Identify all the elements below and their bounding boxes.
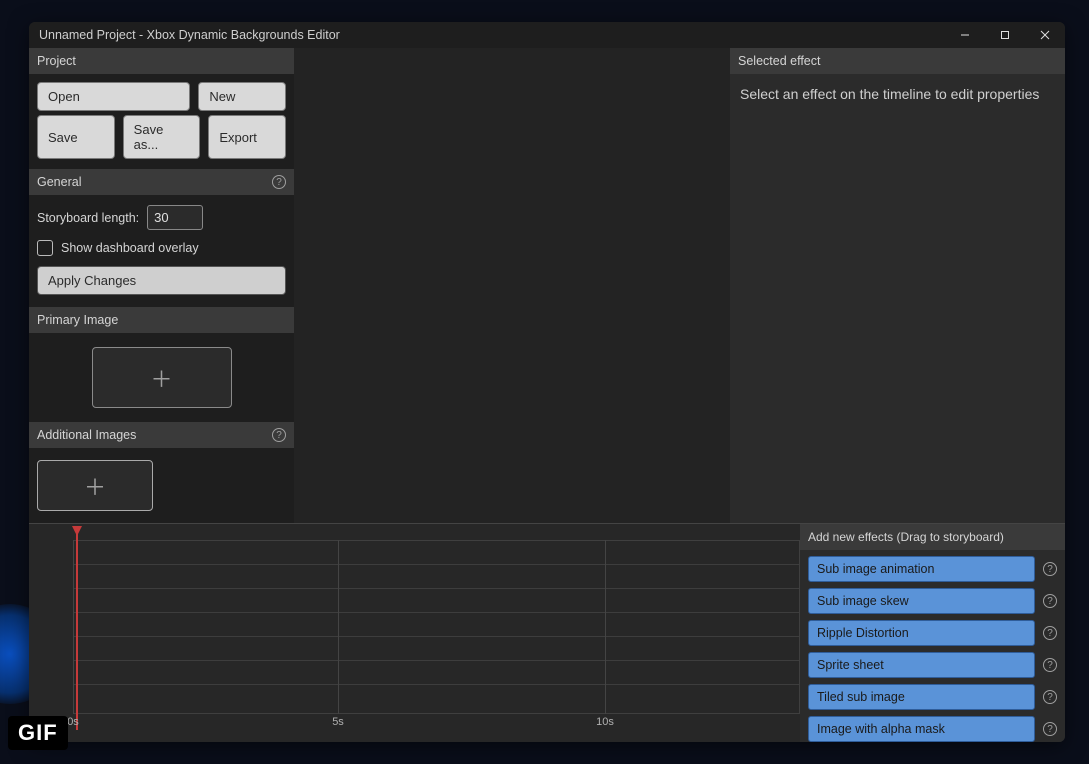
effect-item-sprite-sheet[interactable]: Sprite sheet <box>808 652 1035 678</box>
effect-help-icon[interactable]: ? <box>1043 690 1057 704</box>
timeline[interactable]: 0s 5s 10s <box>29 524 800 742</box>
tick-label: 0s <box>67 716 79 728</box>
maximize-button[interactable] <box>985 22 1025 48</box>
effect-item-tiled-sub-image[interactable]: Tiled sub image <box>808 684 1035 710</box>
timeline-gridline <box>338 540 339 714</box>
timeline-track[interactable] <box>74 589 799 613</box>
timeline-gridline <box>73 540 74 714</box>
show-overlay-row: Show dashboard overlay <box>37 240 286 256</box>
content-area: Project Open New Save Save as... Export … <box>29 48 1065 742</box>
selected-effect-header: Selected effect <box>730 48 1065 74</box>
effects-panel: Add new effects (Drag to storyboard) Sub… <box>800 524 1065 742</box>
storyboard-length-label: Storyboard length: <box>37 211 139 225</box>
effect-help-icon[interactable]: ? <box>1043 626 1057 640</box>
effect-row: Sprite sheet ? <box>808 652 1057 678</box>
minimize-button[interactable] <box>945 22 985 48</box>
timeline-playhead[interactable] <box>76 526 78 730</box>
effect-row: Tiled sub image ? <box>808 684 1057 710</box>
bottom-pane: 0s 5s 10s Add new effects (Drag to story… <box>29 523 1065 742</box>
save-button[interactable]: Save <box>37 115 115 159</box>
effect-row: Sub image skew ? <box>808 588 1057 614</box>
show-overlay-label: Show dashboard overlay <box>61 241 199 255</box>
project-header-label: Project <box>37 54 76 68</box>
open-button[interactable]: Open <box>37 82 190 111</box>
effect-row: Image with alpha mask ? <box>808 716 1057 742</box>
effect-row: Sub image animation ? <box>808 556 1057 582</box>
timeline-track[interactable] <box>74 613 799 637</box>
additional-images-header-label: Additional Images <box>37 428 136 442</box>
additional-images-header: Additional Images ? <box>29 422 294 448</box>
show-overlay-checkbox[interactable] <box>37 240 53 256</box>
effect-item-image-with-alpha-mask[interactable]: Image with alpha mask <box>808 716 1035 742</box>
timeline-tracks[interactable] <box>73 540 800 714</box>
timeline-ruler: 0s 5s 10s <box>29 716 800 734</box>
timeline-track[interactable] <box>74 637 799 661</box>
primary-image-header: Primary Image <box>29 307 294 333</box>
effect-help-icon[interactable]: ? <box>1043 658 1057 672</box>
storyboard-length-row: Storyboard length: <box>37 205 286 230</box>
storyboard-length-input[interactable] <box>147 205 203 230</box>
project-row-1: Open New <box>29 74 294 115</box>
additional-images-help-icon[interactable]: ? <box>272 428 286 442</box>
general-header: General ? <box>29 169 294 195</box>
effect-help-icon[interactable]: ? <box>1043 562 1057 576</box>
effect-item-ripple-distortion[interactable]: Ripple Distortion <box>808 620 1035 646</box>
timeline-track[interactable] <box>74 541 799 565</box>
tick-label: 10s <box>596 716 614 728</box>
primary-image-slot[interactable]: ＋ <box>92 347 232 408</box>
effects-list: Sub image animation ? Sub image skew ? R… <box>800 550 1065 742</box>
window-buttons <box>945 22 1065 48</box>
project-header: Project <box>29 48 294 74</box>
timeline-track[interactable] <box>74 565 799 589</box>
apply-changes-button[interactable]: Apply Changes <box>37 266 286 295</box>
export-button[interactable]: Export <box>208 115 286 159</box>
new-button[interactable]: New <box>198 82 286 111</box>
close-button[interactable] <box>1025 22 1065 48</box>
additional-image-slot[interactable]: ＋ <box>37 460 153 511</box>
primary-image-header-label: Primary Image <box>37 313 118 327</box>
effect-row: Ripple Distortion ? <box>808 620 1057 646</box>
minimize-icon <box>960 30 970 40</box>
maximize-icon <box>1000 30 1010 40</box>
app-window: Unnamed Project - Xbox Dynamic Backgroun… <box>29 22 1065 742</box>
inspector-pane: Selected effect Select an effect on the … <box>730 48 1065 523</box>
general-help-icon[interactable]: ? <box>272 175 286 189</box>
timeline-gridline <box>605 540 606 714</box>
titlebar: Unnamed Project - Xbox Dynamic Backgroun… <box>29 22 1065 48</box>
close-icon <box>1040 30 1050 40</box>
plus-icon: ＋ <box>84 470 106 502</box>
general-header-label: General <box>37 175 81 189</box>
effects-header: Add new effects (Drag to storyboard) <box>800 524 1065 550</box>
window-title: Unnamed Project - Xbox Dynamic Backgroun… <box>39 28 340 42</box>
project-row-2: Save Save as... Export <box>29 115 294 163</box>
preview-pane <box>294 48 730 523</box>
plus-icon: ＋ <box>150 362 172 394</box>
timeline-track[interactable] <box>74 661 799 685</box>
tick-label: 5s <box>332 716 344 728</box>
general-body: Storyboard length: Show dashboard overla… <box>29 195 294 307</box>
effect-help-icon[interactable]: ? <box>1043 722 1057 736</box>
effect-item-sub-image-animation[interactable]: Sub image animation <box>808 556 1035 582</box>
gif-badge: GIF <box>8 716 68 750</box>
effect-help-icon[interactable]: ? <box>1043 594 1057 608</box>
save-as-button[interactable]: Save as... <box>123 115 201 159</box>
left-sidebar: Project Open New Save Save as... Export … <box>29 48 294 523</box>
upper-pane: Project Open New Save Save as... Export … <box>29 48 1065 523</box>
selected-effect-placeholder: Select an effect on the timeline to edit… <box>730 74 1065 114</box>
effect-item-sub-image-skew[interactable]: Sub image skew <box>808 588 1035 614</box>
